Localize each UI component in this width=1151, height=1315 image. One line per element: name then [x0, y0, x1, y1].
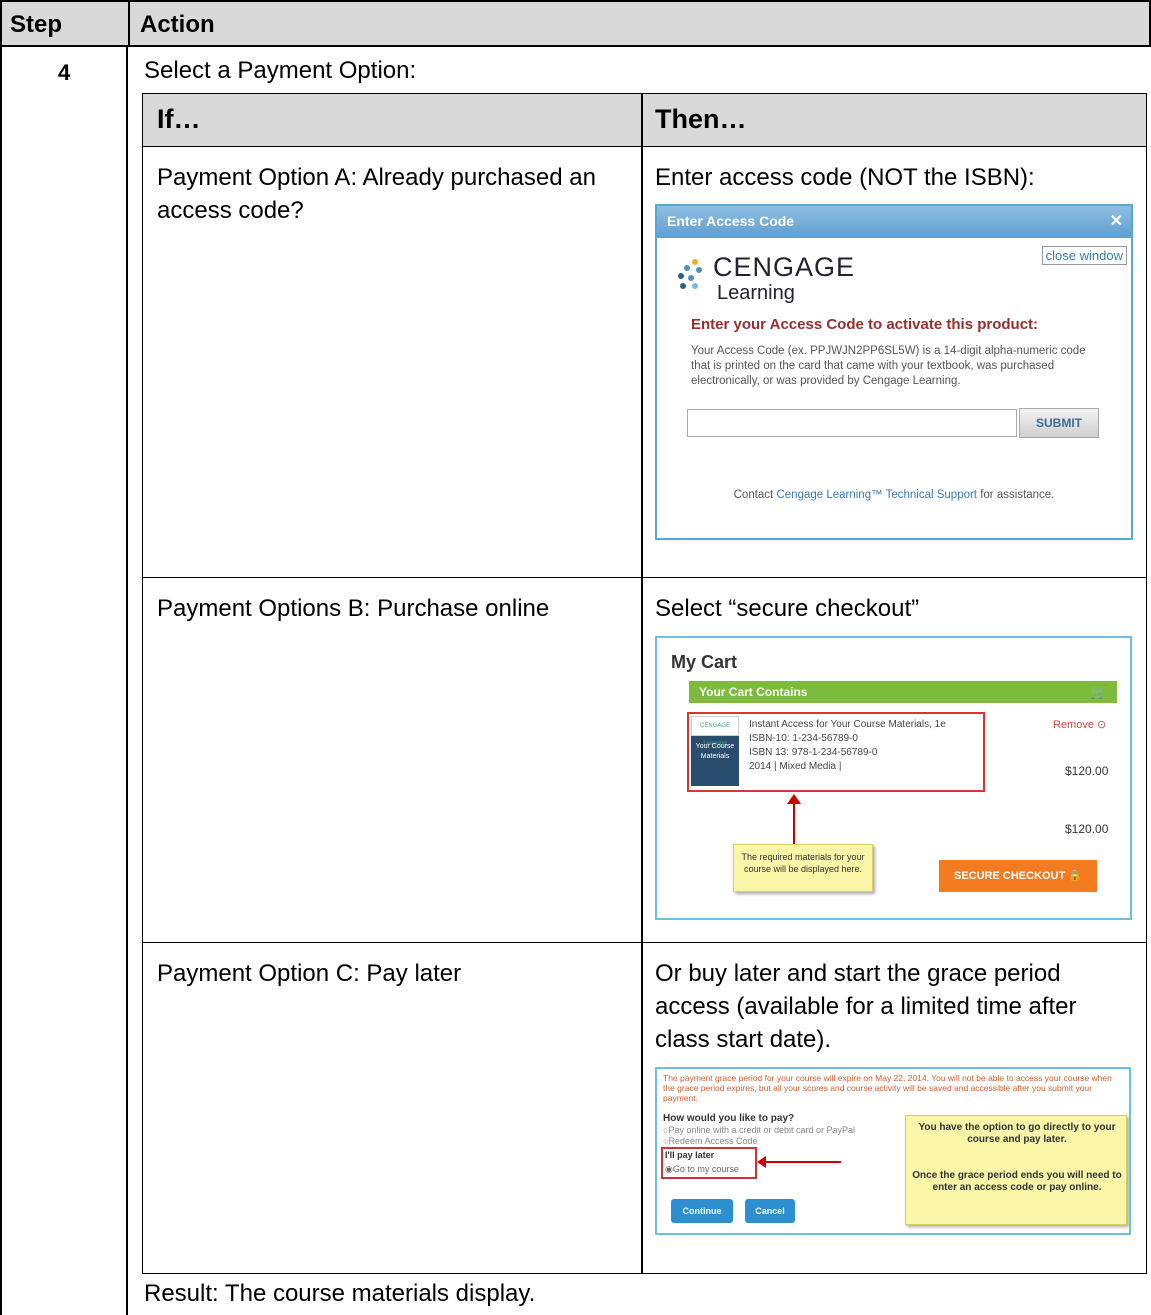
option-a-action: Enter access code (NOT the ISBN):	[655, 164, 1035, 191]
option-row-b: Payment Options B: Purchase online Selec…	[142, 578, 1147, 943]
access-code-input[interactable]	[687, 409, 1017, 437]
brand-subname: Learning	[717, 282, 795, 304]
pay-later-heading: I'll pay later	[665, 1150, 715, 1160]
row-divider	[641, 147, 643, 577]
then-column-header: Then…	[655, 104, 747, 134]
submit-button[interactable]: SUBMIT	[1019, 408, 1099, 438]
step-number: 4	[58, 60, 71, 85]
close-icon[interactable]: ✕	[1110, 211, 1123, 231]
item-isbn13: ISBN 13: 978-1-234-56789-0	[749, 747, 878, 758]
pay-later-note-line2: Once the grace period ends you will need…	[912, 1170, 1122, 1193]
pay-online-radio[interactable]: ○Pay online with a credit or debit card …	[663, 1125, 855, 1135]
option-b-action: Select “secure checkout”	[655, 595, 920, 622]
pay-later-screenshot: The payment grace period for your course…	[655, 1067, 1131, 1235]
action-column-header: Action	[140, 11, 215, 38]
pay-later-note: You have the option to go directly to yo…	[905, 1115, 1127, 1225]
cart-contents-bar: Your Cart Contains 🛒	[689, 681, 1117, 703]
contact-suffix: for assistance.	[980, 489, 1055, 501]
option-a-condition: Payment Option A: Already purchased an a…	[157, 164, 596, 224]
pay-question: How would you like to pay?	[663, 1113, 795, 1124]
table-column-divider	[126, 45, 128, 1315]
checkout-label: SECURE CHECKOUT	[954, 870, 1066, 882]
dialog-description: Your Access Code (ex. PPJWJN2PP6SL5W) is…	[691, 345, 1086, 387]
options-column-divider	[641, 94, 643, 146]
pay-online-label: Pay online with a credit or debit card o…	[668, 1125, 856, 1135]
secure-checkout-button[interactable]: SECURE CHECKOUT 🔒	[939, 860, 1097, 892]
redeem-code-radio[interactable]: ○Redeem Access Code	[663, 1136, 757, 1146]
item-details: Instant Access for Your Course Materials…	[749, 718, 946, 774]
step-column-header: Step	[2, 2, 130, 45]
dialog-heading: Enter your Access Code to activate this …	[691, 316, 1039, 333]
row-divider	[641, 943, 643, 1273]
arrow-line	[793, 802, 795, 846]
contact-prefix: Contact	[733, 489, 774, 501]
access-code-dialog-screenshot: Enter Access Code ✕ close window CENGAGE…	[655, 204, 1133, 540]
pay-later-note-line1: You have the option to go directly to yo…	[918, 1122, 1116, 1145]
option-c-action: Or buy later and start the grace period …	[655, 960, 1077, 1053]
dialog-title-bar: Enter Access Code ✕	[657, 206, 1131, 238]
redeem-code-label: Redeem Access Code	[668, 1136, 758, 1146]
option-row-c: Payment Option C: Pay later Or buy later…	[142, 943, 1147, 1274]
my-cart-screenshot: My Cart Your Cart Contains 🛒 CENGAGE Lea…	[655, 636, 1132, 920]
remove-link[interactable]: Remove ⊙	[1053, 718, 1106, 731]
dialog-title: Enter Access Code	[667, 213, 795, 229]
procedure-table: Step Action 4 Select a Payment Option: I…	[0, 0, 1151, 1315]
lock-icon: 🔒	[1068, 870, 1082, 882]
cart-title: My Cart	[671, 652, 738, 672]
option-c-condition: Payment Option C: Pay later	[157, 960, 462, 987]
close-window-link[interactable]: close window	[1041, 246, 1127, 265]
if-column-header: If…	[157, 104, 201, 134]
table-header-row: Step Action	[0, 0, 1151, 47]
go-to-course-radio[interactable]: ◉Go to my course	[665, 1164, 739, 1175]
option-row-a: Payment Option A: Already purchased an a…	[142, 147, 1147, 578]
cart-total: $120.00	[1065, 822, 1109, 836]
cart-note: The required materials for your course w…	[733, 844, 873, 892]
item-price: $120.00	[1065, 764, 1109, 778]
arrow-line	[761, 1161, 841, 1163]
step-instruction: Select a Payment Option:	[144, 57, 417, 84]
remove-icon: ⊙	[1097, 719, 1107, 731]
options-header-row: If… Then…	[142, 93, 1147, 147]
result-text: Result: The course materials display.	[144, 1280, 536, 1307]
option-b-condition: Payment Options B: Purchase online	[157, 595, 550, 622]
cancel-button[interactable]: Cancel	[745, 1199, 795, 1223]
item-format: 2014 | Mixed Media |	[749, 761, 842, 772]
table-left-border	[0, 45, 2, 1315]
continue-button[interactable]: Continue	[671, 1199, 733, 1223]
contact-support-text: Contact Cengage Learning™ Technical Supp…	[657, 489, 1131, 501]
cart-bar-label: Your Cart Contains	[699, 685, 808, 699]
remove-label: Remove	[1053, 719, 1094, 731]
item-title: Instant Access for Your Course Materials…	[749, 719, 946, 730]
cart-icon: 🛒	[1090, 684, 1107, 699]
brand-name: CENGAGE	[713, 252, 856, 282]
go-to-course-label: Go to my course	[672, 1164, 739, 1174]
item-isbn10: ISBN-10: 1-234-56789-0	[749, 733, 858, 744]
row-divider	[641, 578, 643, 942]
grace-period-warning: The payment grace period for your course…	[663, 1073, 1112, 1103]
cengage-logo-icon	[678, 259, 702, 289]
support-link[interactable]: Cengage Learning™ Technical Support	[776, 489, 977, 501]
